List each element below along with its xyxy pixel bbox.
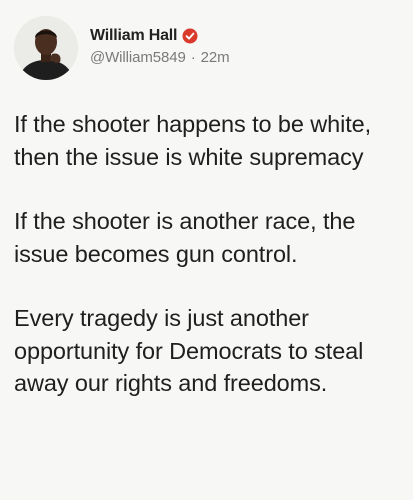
display-name[interactable]: William Hall <box>90 27 177 45</box>
handle-row: @William5849 · 22m <box>90 49 230 66</box>
time-separator: · <box>190 48 196 66</box>
tweet-header: William Hall @William5849 · 22m <box>14 12 230 84</box>
verified-badge-icon <box>182 28 198 44</box>
tweet-card: William Hall @William5849 · 22m If the sho… <box>0 0 413 500</box>
timestamp[interactable]: 22m <box>201 49 230 66</box>
tweet-paragraph: If the shooter happens to be white, then… <box>14 111 372 170</box>
profile-photo-icon <box>14 16 78 80</box>
tweet-text: If the shooter happens to be white, then… <box>14 108 409 400</box>
name-row: William Hall <box>90 25 230 47</box>
avatar[interactable] <box>14 16 78 80</box>
handle[interactable]: @William5849 <box>90 49 186 66</box>
tweet-paragraph: If the shooter is another race, the issu… <box>14 208 356 267</box>
author-meta: William Hall @William5849 · 22m <box>90 25 230 66</box>
tweet-paragraph: Every tragedy is just another opportunit… <box>14 305 364 396</box>
